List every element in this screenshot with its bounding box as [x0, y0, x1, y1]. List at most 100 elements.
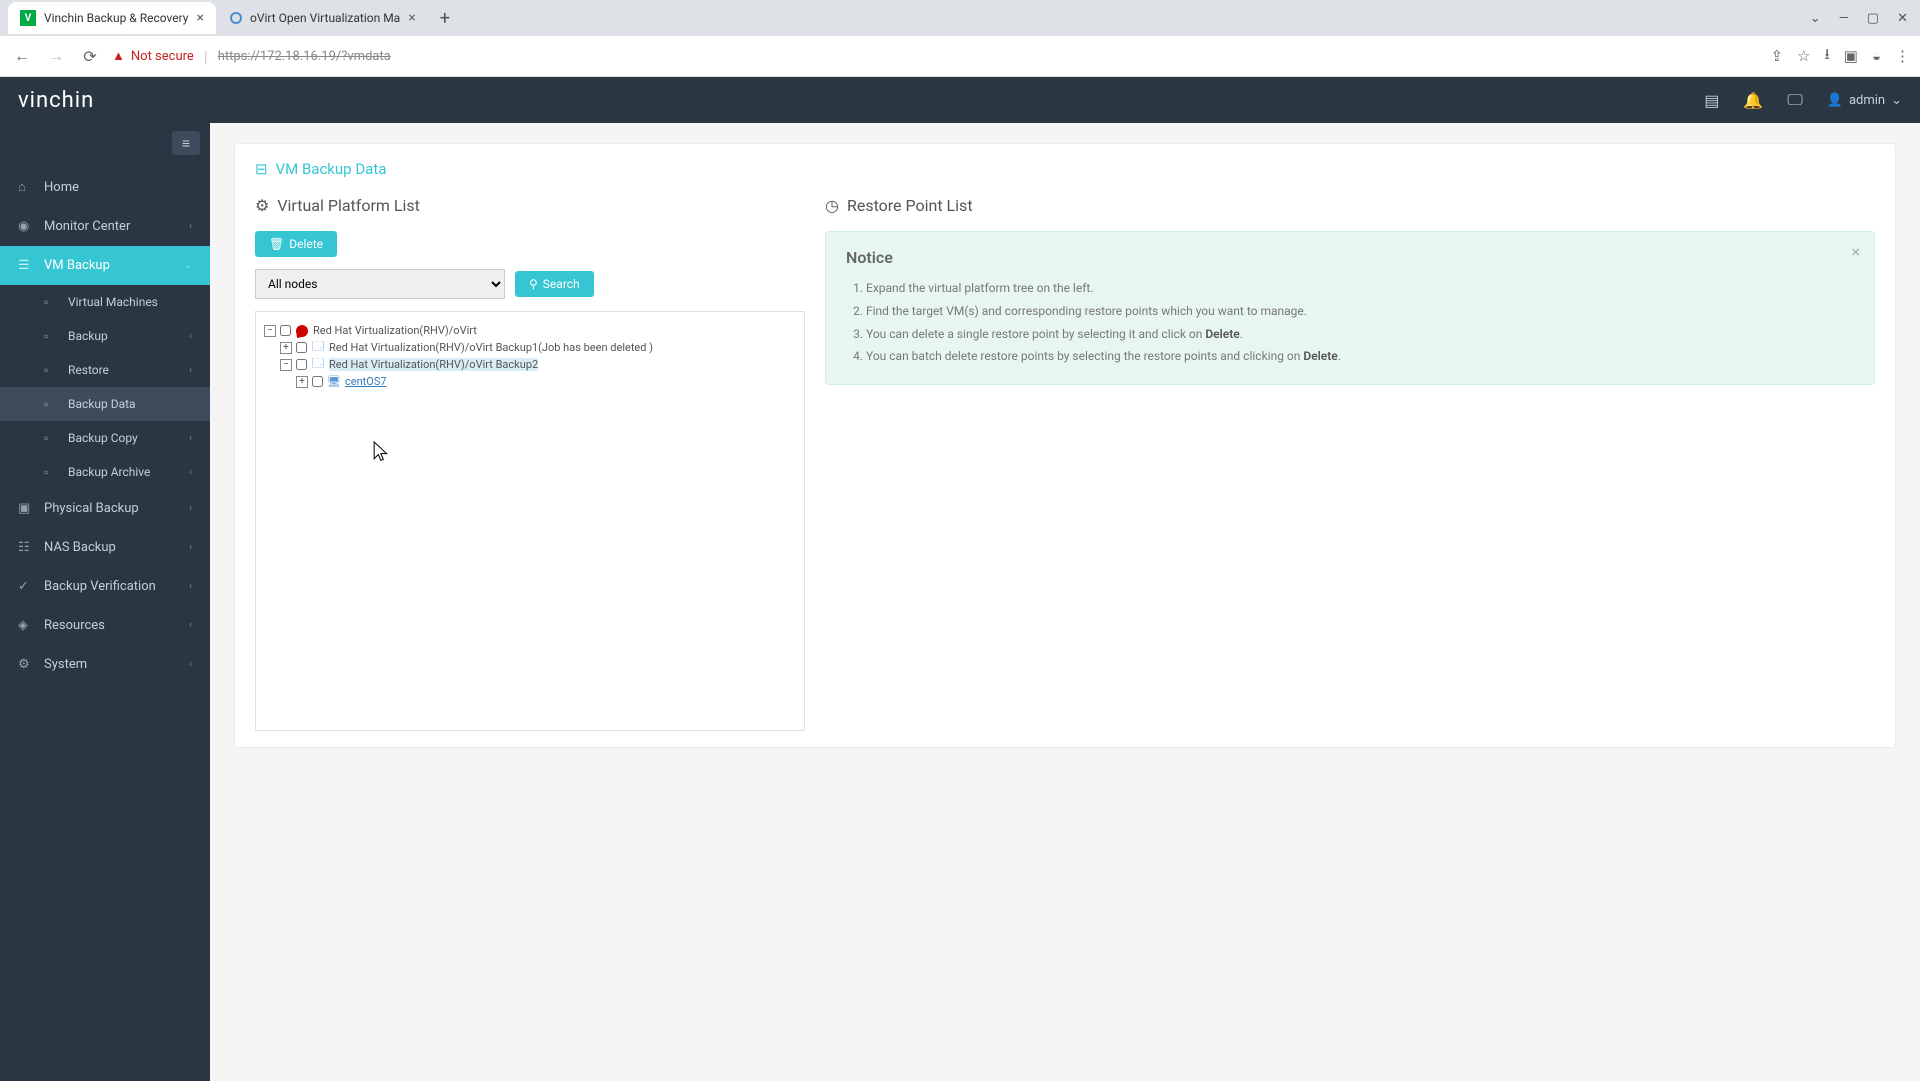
menu-icon[interactable]: ⋮: [1895, 47, 1910, 65]
close-icon[interactable]: ×: [408, 10, 415, 26]
security-badge[interactable]: ▲ Not secure: [112, 48, 194, 64]
notice-list: Expand the virtual platform tree on the …: [846, 277, 1854, 368]
bell-icon[interactable]: 🔔: [1743, 91, 1763, 110]
tree-node-root[interactable]: − Red Hat Virtualization(RHV)/oVirt: [264, 322, 796, 339]
forward-button[interactable]: →: [44, 46, 68, 66]
chevron-left-icon: ‹: [189, 221, 192, 232]
tree-checkbox[interactable]: [296, 342, 307, 353]
app-header: vinchin ▤ 🔔 🖵 👤 admin ⌄: [0, 77, 1920, 123]
download-icon[interactable]: ⭳: [1824, 44, 1829, 69]
tree-node-job2[interactable]: − 🗔 Red Hat Virtualization(RHV)/oVirt Ba…: [264, 356, 796, 373]
address-bar-actions: ⇪ ☆ ⭳ ▣ ◒ ⋮: [1770, 44, 1910, 69]
archive-icon: ▫: [44, 465, 58, 479]
close-icon[interactable]: ×: [1851, 242, 1860, 261]
user-menu[interactable]: 👤 admin ⌄: [1827, 93, 1902, 108]
sub-item-backup-archive[interactable]: ▫ Backup Archive ‹: [0, 455, 210, 489]
search-button[interactable]: ⚲ Search: [515, 271, 594, 297]
browser-chrome: V Vinchin Backup & Recovery × oVirt Open…: [0, 0, 1920, 77]
sub-item-label: Backup Data: [68, 397, 136, 411]
sidebar-item-home[interactable]: ⌂ Home: [0, 167, 210, 207]
collapse-icon[interactable]: −: [280, 359, 292, 371]
logo: vinchin: [18, 88, 94, 113]
search-icon: ⚲: [529, 277, 538, 291]
tree-node-job1[interactable]: + 🗔 Red Hat Virtualization(RHV)/oVirt Ba…: [264, 339, 796, 356]
sidebar-item-label: Resources: [44, 618, 105, 633]
vm-icon: ☰: [18, 258, 32, 273]
sub-item-virtual-machines[interactable]: ▫ Virtual Machines: [0, 285, 210, 319]
tree-label[interactable]: Red Hat Virtualization(RHV)/oVirt Backup…: [329, 358, 538, 371]
notice-item: Expand the virtual platform tree on the …: [866, 277, 1854, 300]
sub-item-restore[interactable]: ▫ Restore ‹: [0, 353, 210, 387]
share-icon[interactable]: ⇪: [1770, 47, 1783, 65]
sidebar-item-vm-backup[interactable]: ☰ VM Backup ⌄: [0, 246, 210, 285]
close-window-icon[interactable]: ✕: [1897, 11, 1908, 26]
reload-button[interactable]: ⟳: [78, 47, 102, 66]
panel-icon[interactable]: ▣: [1844, 47, 1858, 65]
trash-icon: 🗑: [269, 237, 284, 251]
chevron-left-icon: ‹: [189, 542, 192, 553]
delete-button[interactable]: 🗑 Delete: [255, 231, 337, 257]
sidebar-item-system[interactable]: ⚙ System ‹: [0, 645, 210, 684]
collapse-icon[interactable]: −: [264, 325, 276, 337]
profile-icon[interactable]: ◒: [1872, 47, 1881, 65]
back-button[interactable]: ←: [10, 46, 34, 66]
expand-icon[interactable]: +: [296, 376, 308, 388]
tree-checkbox[interactable]: [296, 359, 307, 370]
bookmark-icon[interactable]: ☆: [1797, 47, 1810, 65]
list-icon[interactable]: ▤: [1704, 91, 1719, 110]
chevron-left-icon: ‹: [189, 659, 192, 670]
tree-label[interactable]: centOS7: [345, 375, 387, 388]
screen-icon[interactable]: 🖵: [1787, 90, 1802, 110]
sidebar-item-monitor[interactable]: ◉ Monitor Center ‹: [0, 207, 210, 246]
chevron-left-icon: ‹: [189, 581, 192, 592]
sidebar-item-label: Monitor Center: [44, 219, 130, 234]
tree-checkbox[interactable]: [312, 376, 323, 387]
sub-item-label: Virtual Machines: [68, 295, 158, 309]
expand-icon[interactable]: +: [280, 342, 292, 354]
tree-checkbox[interactable]: [280, 325, 291, 336]
user-icon: 👤: [1827, 93, 1843, 108]
notice-title: Notice: [846, 248, 1854, 267]
browser-tab-inactive[interactable]: oVirt Open Virtualization Ma ×: [218, 2, 428, 34]
redhat-icon: [295, 325, 309, 337]
restore-point-title: ◷ Restore Point List: [825, 196, 1875, 215]
sidebar-item-verification[interactable]: ✓ Backup Verification ‹: [0, 567, 210, 606]
tab-bar: V Vinchin Backup & Recovery × oVirt Open…: [0, 0, 1920, 36]
close-icon[interactable]: ×: [196, 10, 203, 26]
main-panel: ⊟ VM Backup Data ⚙ Virtual Platform List…: [234, 143, 1896, 748]
chevron-down-icon: ⌄: [1891, 93, 1902, 108]
browser-tab-active[interactable]: V Vinchin Backup & Recovery ×: [8, 2, 216, 34]
sub-item-backup-copy[interactable]: ▫ Backup Copy ‹: [0, 421, 210, 455]
sidebar-item-resources[interactable]: ◈ Resources ‹: [0, 606, 210, 645]
maximize-icon[interactable]: ▢: [1867, 11, 1879, 26]
sub-item-backup-data[interactable]: ▫ Backup Data: [0, 387, 210, 421]
chevron-left-icon: ‹: [189, 503, 192, 514]
gear-icon: ⚙: [255, 196, 269, 215]
node-select[interactable]: All nodes: [255, 269, 505, 299]
tree-label[interactable]: Red Hat Virtualization(RHV)/oVirt Backup…: [329, 341, 653, 354]
header-actions: ▤ 🔔 🖵 👤 admin ⌄: [1704, 90, 1902, 110]
sub-item-label: Restore: [68, 363, 109, 377]
notice-box: × Notice Expand the virtual platform tre…: [825, 231, 1875, 385]
sub-item-backup[interactable]: ▫ Backup ‹: [0, 319, 210, 353]
sidebar-item-physical[interactable]: ▣ Physical Backup ‹: [0, 489, 210, 528]
url-text[interactable]: https://172.18.16.19/?vmdata: [218, 49, 391, 64]
sidebar-item-nas[interactable]: ☷ NAS Backup ‹: [0, 528, 210, 567]
secure-label: Not secure: [131, 49, 194, 64]
page-title: ⊟ VM Backup Data: [255, 160, 1875, 178]
tree-node-vm[interactable]: + 🖥 centOS7: [264, 373, 796, 390]
platform-list-column: ⚙ Virtual Platform List 🗑 Delete All nod…: [255, 196, 805, 731]
sidebar-item-label: Physical Backup: [44, 501, 139, 516]
home-icon: ⌂: [18, 179, 32, 195]
sidebar-toggle[interactable]: ≡: [172, 131, 200, 155]
chevron-down-icon[interactable]: ⌄: [1810, 11, 1821, 26]
chevron-left-icon: ‹: [189, 365, 192, 376]
chevron-left-icon: ‹: [189, 620, 192, 631]
notice-item: You can delete a single restore point by…: [866, 323, 1854, 346]
notice-item: You can batch delete restore points by s…: [866, 345, 1854, 368]
new-tab-button[interactable]: +: [430, 8, 460, 29]
platform-list-title: ⚙ Virtual Platform List: [255, 196, 805, 215]
minimize-icon[interactable]: —: [1839, 11, 1849, 26]
nas-icon: ☷: [18, 540, 32, 555]
tree-label[interactable]: Red Hat Virtualization(RHV)/oVirt: [313, 324, 477, 337]
